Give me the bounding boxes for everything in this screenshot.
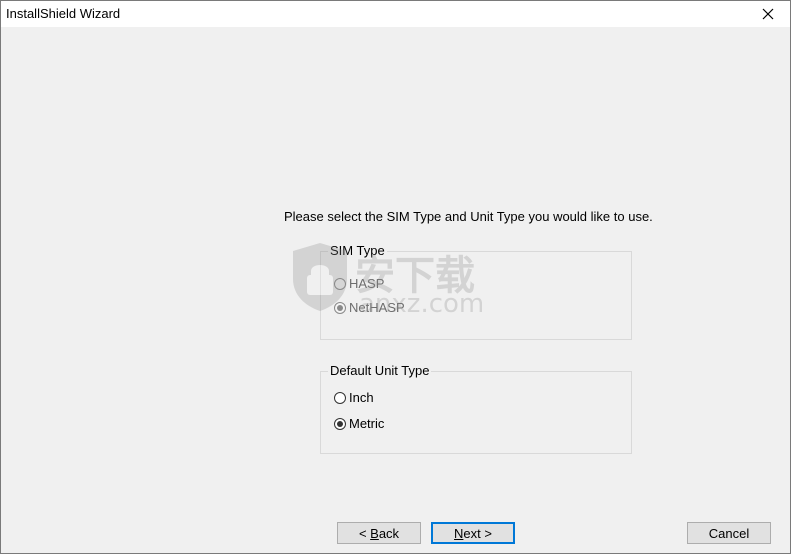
back-button-prefix: < <box>358 525 371 541</box>
radio-inch[interactable]: Inch <box>334 390 374 405</box>
radio-hasp[interactable]: HASP <box>334 276 384 291</box>
title-bar[interactable]: InstallShield Wizard <box>1 1 790 27</box>
radio-metric-label: Metric <box>349 416 385 431</box>
close-icon <box>762 8 774 20</box>
unit-type-group: Default Unit Type Inch Metric <box>320 363 632 454</box>
next-button-mnemonic: N <box>454 525 464 541</box>
radio-nethasp[interactable]: NetHASP <box>334 300 405 315</box>
back-button-rest: ack <box>378 525 400 541</box>
sim-type-group: SIM Type HASP NetHASP <box>320 243 632 340</box>
radio-hasp-label: HASP <box>349 276 385 291</box>
close-button[interactable] <box>746 1 790 27</box>
radio-metric[interactable]: Metric <box>334 416 384 431</box>
next-button-rest: ext > <box>463 525 492 541</box>
radio-inch-indicator[interactable] <box>334 391 346 404</box>
radio-nethasp-label: NetHASP <box>349 300 405 315</box>
unit-type-legend: Default Unit Type <box>328 363 432 379</box>
next-button[interactable]: Next > <box>431 522 515 544</box>
selection-prompt: Please select the SIM Type and Unit Type… <box>284 209 653 224</box>
window-title: InstallShield Wizard <box>6 6 121 21</box>
radio-metric-indicator[interactable] <box>334 417 346 430</box>
back-button[interactable]: < Back <box>337 522 421 544</box>
back-button-mnemonic: B <box>370 525 379 541</box>
installshield-wizard-window: InstallShield Wizard Please select the S… <box>0 0 791 554</box>
radio-nethasp-indicator[interactable] <box>334 301 346 314</box>
radio-hasp-indicator[interactable] <box>334 277 346 290</box>
cancel-button[interactable]: Cancel <box>687 522 771 544</box>
wizard-client-area: Please select the SIM Type and Unit Type… <box>1 27 790 553</box>
radio-inch-label: Inch <box>349 390 374 405</box>
sim-type-legend: SIM Type <box>328 243 387 259</box>
